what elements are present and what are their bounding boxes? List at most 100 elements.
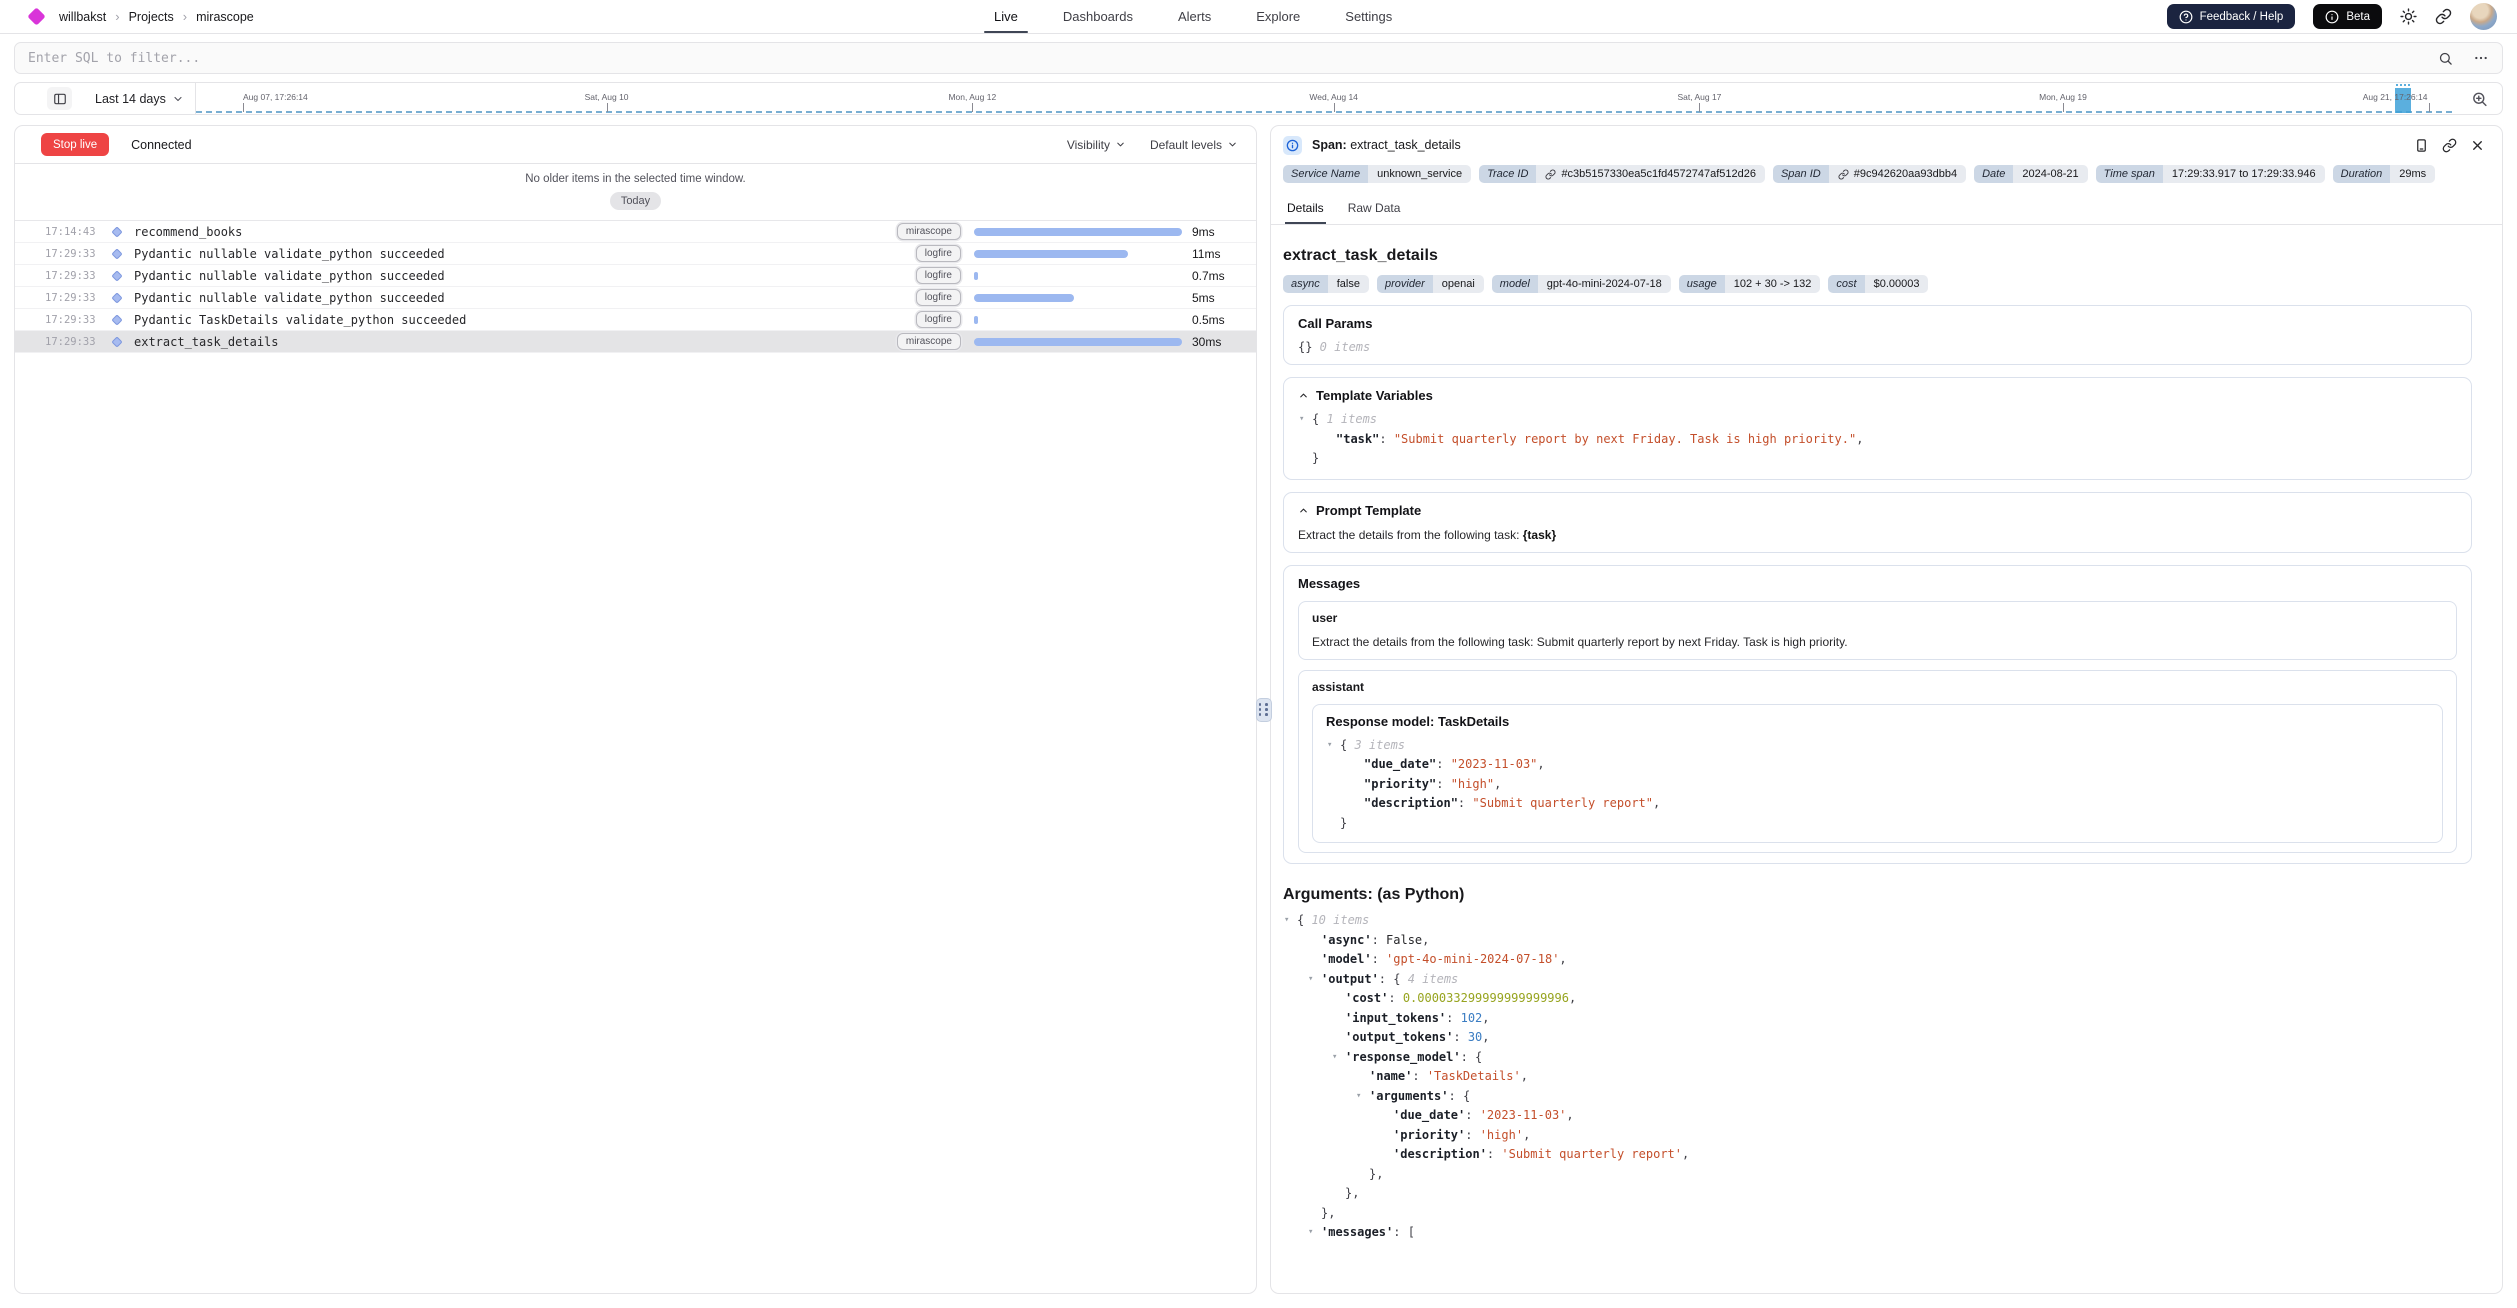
theme-toggle-icon[interactable] xyxy=(2400,8,2417,25)
prompt-template-card: Prompt Template Extract the details from… xyxy=(1283,492,2472,553)
arguments-heading: Arguments: (as Python) xyxy=(1283,886,2472,904)
duration-bar-track xyxy=(974,272,1182,280)
duration-label: 5ms xyxy=(1192,291,1240,305)
badge-value: #9c942620aa93dbb4 xyxy=(1829,165,1966,183)
span-detail-content[interactable]: extract_task_details asyncfalseprovidero… xyxy=(1271,225,2502,1293)
badge-label: model xyxy=(1492,275,1538,293)
breadcrumb-item-mirascope[interactable]: mirascope xyxy=(196,10,254,24)
duration-label: 0.7ms xyxy=(1192,269,1240,283)
more-options-icon[interactable] xyxy=(2473,50,2489,66)
timeline-controls: Last 14 days xyxy=(15,83,196,114)
span-tab-raw-data[interactable]: Raw Data xyxy=(1346,194,1403,224)
span-info-icon xyxy=(1283,136,1302,155)
log-row[interactable]: 17:29:33Pydantic TaskDetails validate_py… xyxy=(15,309,1256,331)
log-row[interactable]: 17:29:33extract_task_detailsmirascope30m… xyxy=(15,331,1256,353)
tab-settings[interactable]: Settings xyxy=(1343,0,1394,33)
help-circle-icon xyxy=(2179,10,2193,24)
sql-filter-input[interactable] xyxy=(28,51,2418,66)
log-message: extract_task_details xyxy=(134,335,279,349)
breadcrumb-item-projects[interactable]: Projects xyxy=(129,10,174,24)
link-icon xyxy=(1545,169,1556,180)
default-levels-dropdown[interactable]: Default levels xyxy=(1150,138,1238,152)
tick-mark xyxy=(243,103,244,112)
search-icon[interactable] xyxy=(2438,51,2453,66)
json-line: 'description': 'Submit quarterly report'… xyxy=(1283,1145,2472,1165)
copy-link-icon[interactable] xyxy=(2442,138,2457,153)
json-toggle-icon[interactable]: ▾ xyxy=(1308,1223,1321,1243)
log-row[interactable]: 17:29:33Pydantic nullable validate_pytho… xyxy=(15,287,1256,309)
breadcrumb-item-willbakst[interactable]: willbakst xyxy=(59,10,106,24)
call-params-card: Call Params {} 0 items xyxy=(1283,305,2472,365)
span-badge-span-id[interactable]: Span ID#9c942620aa93dbb4 xyxy=(1773,165,1966,183)
tick-label: Wed, Aug 14 xyxy=(1309,92,1358,102)
share-link-icon[interactable] xyxy=(2435,8,2452,25)
json-line: "task": "Submit quarterly report by next… xyxy=(1298,430,2457,450)
time-range-selector[interactable]: Last 14 days xyxy=(95,92,184,106)
panel-divider xyxy=(1257,125,1270,1294)
span-name: extract_task_details xyxy=(1350,138,1460,152)
main-area: Stop live Connected Visibility Default l… xyxy=(14,125,2503,1294)
span-tabs: Details Raw Data xyxy=(1271,194,2502,225)
badge-label: Span ID xyxy=(1773,165,1829,183)
tick-mark xyxy=(972,103,973,112)
visibility-dropdown[interactable]: Visibility xyxy=(1067,138,1126,152)
tick-mark xyxy=(1699,103,1700,112)
duration-bar-track xyxy=(974,338,1182,346)
span-badge-trace-id[interactable]: Trace ID#c3b5157330ea5c1fd4572747af512d2… xyxy=(1479,165,1765,183)
json-toggle-icon[interactable]: ▾ xyxy=(1308,970,1321,990)
log-row[interactable]: 17:29:33Pydantic nullable validate_pytho… xyxy=(15,243,1256,265)
json-line: ▾'messages': [ xyxy=(1283,1223,2472,1243)
collapse-icon[interactable] xyxy=(1298,505,1309,516)
user-avatar[interactable] xyxy=(2470,3,2497,30)
meta-badge-usage: usage102 + 30 -> 132 xyxy=(1679,275,1821,293)
call-params-empty: {} 0 items xyxy=(1298,340,2457,354)
badge-value: #c3b5157330ea5c1fd4572747af512d26 xyxy=(1536,165,1765,183)
span-badge-service-name: Service Nameunknown_service xyxy=(1283,165,1471,183)
badge-value: 2024-08-21 xyxy=(2013,165,2087,183)
tab-explore[interactable]: Explore xyxy=(1254,0,1302,33)
logfire-logo-icon[interactable] xyxy=(27,7,45,25)
log-message: Pydantic nullable validate_python succee… xyxy=(134,291,445,305)
response-model-json: ▾{ 3 items"due_date": "2023-11-03","prio… xyxy=(1326,736,2429,834)
prompt-template-body: Extract the details from the following t… xyxy=(1298,528,2457,542)
tab-live[interactable]: Live xyxy=(992,0,1020,33)
log-timestamp: 17:29:33 xyxy=(45,314,113,326)
messages-title: Messages xyxy=(1298,576,2457,591)
stop-live-button[interactable]: Stop live xyxy=(41,133,109,156)
badge-label: provider xyxy=(1377,275,1433,293)
sidebar-toggle-icon[interactable] xyxy=(47,87,72,110)
prompt-template-title: Prompt Template xyxy=(1298,503,2457,518)
log-row[interactable]: 17:14:43recommend_booksmirascope9ms xyxy=(15,221,1256,243)
tab-alerts[interactable]: Alerts xyxy=(1176,0,1213,33)
tick-mark xyxy=(2429,103,2430,112)
span-header-actions xyxy=(2414,138,2485,153)
timeline-track[interactable]: Aug 07, 17:26:14Sat, Aug 10Mon, Aug 12We… xyxy=(196,83,2440,114)
json-toggle-icon[interactable]: ▾ xyxy=(1356,1087,1369,1107)
user-message-card: user Extract the details from the follow… xyxy=(1298,601,2457,660)
span-badge-date: Date2024-08-21 xyxy=(1974,165,2088,183)
response-model-card: Response model: TaskDetails ▾{ 3 items"d… xyxy=(1312,704,2443,844)
open-panel-icon[interactable] xyxy=(2414,138,2429,153)
json-toggle-icon[interactable]: ▾ xyxy=(1327,736,1340,756)
chevron-down-icon xyxy=(1227,139,1238,150)
collapse-icon[interactable] xyxy=(1298,390,1309,401)
span-tab-details[interactable]: Details xyxy=(1285,194,1326,224)
badge-label: async xyxy=(1283,275,1328,293)
json-line: 'model': 'gpt-4o-mini-2024-07-18', xyxy=(1283,950,2472,970)
resize-handle[interactable] xyxy=(1256,698,1272,722)
zoom-in-icon[interactable] xyxy=(2471,90,2488,107)
close-icon[interactable] xyxy=(2470,138,2485,153)
beta-button[interactable]: Beta xyxy=(2313,4,2382,29)
badge-value: 29ms xyxy=(2390,165,2435,183)
log-list: 17:14:43recommend_booksmirascope9ms17:29… xyxy=(15,220,1256,353)
json-toggle-icon[interactable]: ▾ xyxy=(1299,410,1312,430)
duration-label: 9ms xyxy=(1192,225,1240,239)
tab-dashboards[interactable]: Dashboards xyxy=(1061,0,1135,33)
breadcrumb: willbakst›Projects›mirascope xyxy=(59,10,254,24)
feedback-help-button[interactable]: Feedback / Help xyxy=(2167,4,2296,29)
tick-mark xyxy=(2063,103,2064,112)
duration-bar xyxy=(974,272,978,280)
json-toggle-icon[interactable]: ▾ xyxy=(1284,911,1297,931)
log-row[interactable]: 17:29:33Pydantic nullable validate_pytho… xyxy=(15,265,1256,287)
json-toggle-icon[interactable]: ▾ xyxy=(1332,1048,1345,1068)
